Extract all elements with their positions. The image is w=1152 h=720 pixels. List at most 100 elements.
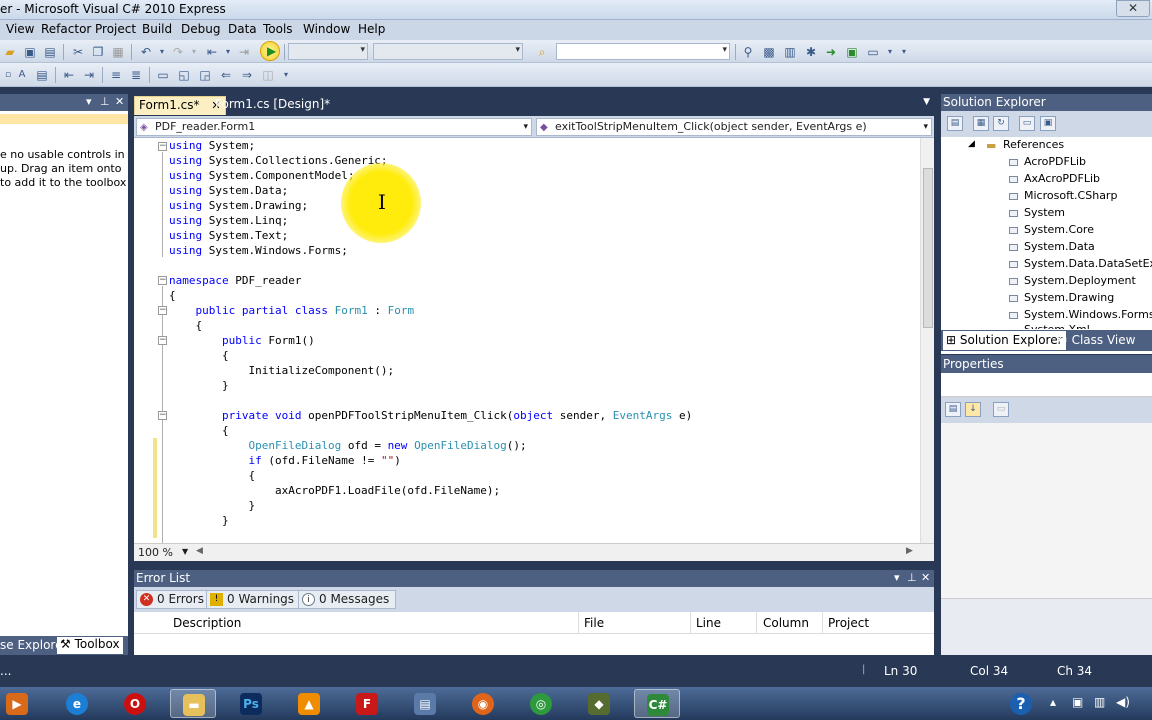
tree-item[interactable]: System.Drawing	[1024, 291, 1114, 304]
taskbar-vlc[interactable]: ▲	[286, 689, 332, 718]
collapse-toggle[interactable]: −	[158, 276, 167, 285]
navigate-dropdown-icon[interactable]: ▾	[220, 44, 236, 60]
taskbar-photoshop[interactable]: Ps	[228, 689, 274, 718]
save-all-icon[interactable]: ▤	[42, 44, 58, 60]
scroll-left-icon[interactable]: ◀	[196, 546, 203, 556]
column-file[interactable]: File	[584, 616, 604, 630]
bookmark-icon[interactable]: ▭	[155, 67, 171, 83]
show-all-files-icon[interactable]: ▦	[973, 116, 989, 131]
view-code-icon[interactable]: ▭	[1019, 116, 1035, 131]
toolbar-overflow-icon[interactable]: ▾	[896, 44, 912, 60]
vertical-scrollbar[interactable]: ⊕	[920, 138, 934, 543]
scrollbar-thumb[interactable]	[923, 168, 933, 328]
alphabetical-icon[interactable]: ↓	[965, 402, 981, 417]
clear-bookmarks-icon[interactable]: ◫	[260, 67, 276, 83]
close-icon[interactable]: ✕	[115, 95, 124, 108]
redo-icon[interactable]: ↷	[170, 44, 186, 60]
tray-arrow-icon[interactable]: ▴	[1050, 695, 1056, 709]
quick-info-icon[interactable]: ▤	[34, 67, 50, 83]
collapse-toggle[interactable]: −	[158, 306, 167, 315]
menu-refactor[interactable]: Refactor	[41, 22, 91, 36]
outdent-icon[interactable]: ⇤	[61, 67, 77, 83]
tab-form1-design[interactable]: Form1.cs [Design]*	[211, 96, 334, 115]
taskbar-installer[interactable]: ◆	[576, 689, 622, 718]
menu-build[interactable]: Build	[142, 22, 172, 36]
column-project[interactable]: Project	[828, 616, 869, 630]
close-window-button[interactable]: ✕	[1116, 0, 1150, 17]
platform-combo[interactable]: ▾	[373, 43, 523, 60]
taskbar-visual-csharp[interactable]: C#	[634, 689, 680, 718]
next-bookmark-folder-icon[interactable]: ⇒	[239, 67, 255, 83]
toolbox-icon[interactable]: ✱	[803, 44, 819, 60]
tree-item[interactable]: System.Core	[1024, 223, 1094, 236]
view-designer-icon[interactable]: ▣	[1040, 116, 1056, 131]
next-bookmark-icon[interactable]: ◲	[197, 67, 213, 83]
messages-filter-button[interactable]: i 0 Messages	[298, 590, 397, 609]
taskbar-help[interactable]: ?	[1006, 689, 1036, 718]
paste-icon[interactable]: ▦	[110, 44, 126, 60]
tray-network-icon[interactable]: ▥	[1094, 695, 1105, 709]
open-folder-icon[interactable]: ▰	[2, 44, 18, 60]
previous-bookmark-icon[interactable]: ◱	[176, 67, 192, 83]
warnings-filter-button[interactable]: ! 0 Warnings	[206, 590, 302, 609]
members-dropdown[interactable]: ◆ exitToolStripMenuItem_Click(object sen…	[536, 118, 932, 136]
menu-data[interactable]: Data	[228, 22, 257, 36]
tree-item[interactable]: System.Data	[1024, 240, 1095, 253]
property-pages-icon[interactable]: ▭	[993, 402, 1009, 417]
types-dropdown[interactable]: ◈ PDF_reader.Form1 ▾	[136, 118, 532, 136]
tray-app-icon[interactable]: ▣	[1072, 695, 1083, 709]
configuration-combo[interactable]: ▾	[288, 43, 368, 60]
navigate-back-icon[interactable]: ⇤	[204, 44, 220, 60]
taskbar-chrome[interactable]: ◎	[518, 689, 564, 718]
output-window-icon[interactable]: ▭	[865, 44, 881, 60]
menu-help[interactable]: Help	[358, 22, 385, 36]
taskbar-opera[interactable]: O	[112, 689, 158, 718]
collapse-toggle[interactable]: −	[158, 411, 167, 420]
chevron-down-icon[interactable]: ▼	[182, 547, 188, 556]
tree-item[interactable]: AcroPDFLib	[1024, 155, 1086, 168]
object-selector[interactable]	[941, 373, 1152, 397]
extension-manager-icon[interactable]: ▣	[844, 44, 860, 60]
start-page-icon[interactable]: ➜	[823, 44, 839, 60]
comment-icon[interactable]: ≡	[108, 67, 124, 83]
toolbar-overflow-icon[interactable]: ▾	[278, 67, 294, 83]
pin-icon[interactable]: ⊥	[907, 571, 917, 584]
dropdown-icon[interactable]: ▾	[86, 95, 92, 108]
undo-icon[interactable]: ↶	[138, 44, 154, 60]
refresh-icon[interactable]: ↻	[993, 116, 1009, 131]
taskbar-media-player[interactable]: ▶	[0, 689, 40, 718]
tree-item[interactable]: System.Data.DataSetExten	[1024, 257, 1152, 270]
taskbar-firefox[interactable]: ◉	[460, 689, 506, 718]
uncomment-icon[interactable]: ≣	[128, 67, 144, 83]
scroll-right-icon[interactable]: ▶	[906, 546, 913, 556]
redo-dropdown-icon[interactable]: ▾	[186, 44, 202, 60]
tab-class-view[interactable]: ⚙ Class View	[1054, 331, 1138, 350]
properties-icon[interactable]: ▤	[947, 116, 963, 131]
tab-solution-explorer[interactable]: ⊞ Solution Explorer	[943, 331, 1066, 350]
taskbar-internet-explorer[interactable]: e	[54, 689, 100, 718]
column-description[interactable]: Description	[173, 616, 241, 630]
collapse-arrow-icon[interactable]: ◢	[968, 139, 975, 149]
toolbox-selected-group[interactable]	[0, 114, 128, 124]
tree-item[interactable]: System.Deployment	[1024, 274, 1136, 287]
tab-toolbox[interactable]: ⚒ Toolbox	[57, 637, 123, 654]
code-editor[interactable]: − − − − − using System; using System.Col…	[134, 138, 934, 543]
tree-item[interactable]: System.Xml	[1024, 323, 1090, 329]
find-combo[interactable]: ▾	[556, 43, 730, 60]
parameter-info-icon[interactable]: A	[14, 67, 30, 83]
previous-bookmark-folder-icon[interactable]: ⇐	[218, 67, 234, 83]
start-debugging-button[interactable]: ▶	[260, 41, 280, 61]
tree-item[interactable]: System.Windows.Forms	[1024, 308, 1152, 321]
solution-explorer-icon[interactable]: ▩	[761, 44, 777, 60]
errors-filter-button[interactable]: ✕ 0 Errors	[136, 590, 211, 609]
cut-icon[interactable]: ✂	[70, 44, 86, 60]
active-files-dropdown-icon[interactable]: ▼	[923, 97, 930, 107]
column-column[interactable]: Column	[763, 616, 809, 630]
tray-volume-icon[interactable]: ◀)	[1116, 695, 1130, 709]
tree-item[interactable]: AxAcroPDFLib	[1024, 172, 1100, 185]
close-icon[interactable]: ✕	[921, 571, 930, 584]
column-line[interactable]: Line	[696, 616, 721, 630]
zoom-level[interactable]: 100 %	[138, 546, 173, 559]
dropdown-icon[interactable]: ▾	[894, 571, 900, 584]
pin-icon[interactable]: ⊥	[100, 95, 110, 108]
